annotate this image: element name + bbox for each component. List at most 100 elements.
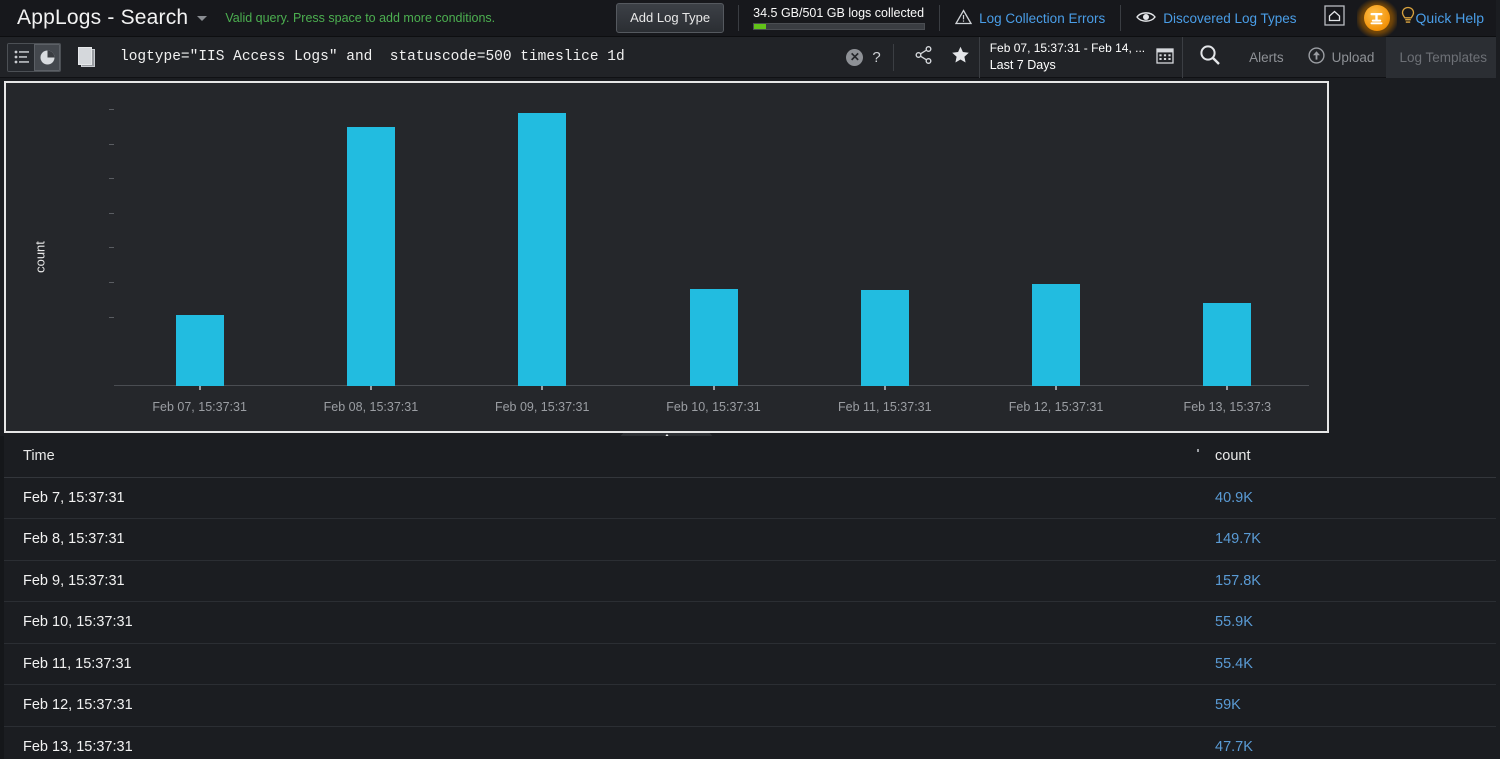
- logs-progress-fill: [754, 24, 766, 29]
- date-range-text: Feb 07, 15:37:31 - Feb 14, ... Last 7 Da…: [990, 40, 1145, 73]
- home-button[interactable]: [1312, 5, 1354, 31]
- log-templates-button[interactable]: Log Templates: [1386, 37, 1500, 78]
- discovered-log-types-label: Discovered Log Types: [1163, 11, 1296, 26]
- calendar-icon[interactable]: [1156, 46, 1174, 69]
- histogram-chart-panel: count 40,00060,00080,000100,000120,00014…: [4, 81, 1329, 433]
- aggregates-chart-view-button[interactable]: [34, 44, 60, 71]
- query-input[interactable]: logtype="IIS Access Logs" and statuscode…: [120, 49, 625, 65]
- upload-button[interactable]: Upload: [1296, 47, 1387, 67]
- chart-bar[interactable]: [347, 127, 395, 386]
- sumo-logo-icon: [1364, 5, 1390, 31]
- cell-count[interactable]: 40.9K: [1196, 490, 1500, 506]
- table-row[interactable]: Feb 8, 15:37:31149.7K: [4, 519, 1500, 561]
- y-axis-label: count: [32, 241, 47, 273]
- quick-help-link[interactable]: Quick Help: [1416, 10, 1500, 26]
- y-axis-tick-mark: [109, 247, 114, 248]
- chart-bar[interactable]: [861, 290, 909, 386]
- log-collection-errors-link[interactable]: Log Collection Errors: [940, 9, 1120, 28]
- share-icon[interactable]: [915, 46, 933, 69]
- cell-time: Feb 7, 15:37:31: [4, 490, 1196, 506]
- date-range-preset: Last 7 Days: [990, 57, 1145, 74]
- x-axis-tick-label: Feb 11, 15:37:31: [838, 400, 932, 414]
- title-dropdown-caret-icon[interactable]: [197, 16, 207, 21]
- table-row[interactable]: Feb 13, 15:37:3147.7K: [4, 727, 1500, 759]
- column-resize-handle[interactable]: [1197, 449, 1199, 452]
- upload-label: Upload: [1332, 50, 1375, 65]
- x-axis-tick-label: Feb 12, 15:37:31: [1009, 400, 1104, 414]
- cell-time: Feb 9, 15:37:31: [4, 573, 1196, 589]
- right-edge-rail: [1496, 0, 1500, 759]
- column-header-count[interactable]: count: [1196, 448, 1500, 464]
- date-range-absolute: Feb 07, 15:37:31 - Feb 14, ...: [990, 40, 1145, 56]
- results-table: Time count Feb 7, 15:37:3140.9KFeb 8, 15…: [4, 436, 1500, 759]
- table-row[interactable]: Feb 9, 15:37:31157.8K: [4, 561, 1500, 603]
- cell-time: Feb 13, 15:37:31: [4, 739, 1196, 755]
- cell-time: Feb 8, 15:37:31: [4, 531, 1196, 547]
- cell-time: Feb 10, 15:37:31: [4, 614, 1196, 630]
- y-axis-tick-mark: [109, 282, 114, 283]
- date-range-picker[interactable]: Feb 07, 15:37:31 - Feb 14, ... Last 7 Da…: [979, 37, 1183, 78]
- table-body: Feb 7, 15:37:3140.9KFeb 8, 15:37:31149.7…: [4, 478, 1500, 759]
- user-badge[interactable]: [1354, 0, 1400, 37]
- search-button[interactable]: [1183, 44, 1237, 71]
- x-axis-tick-mark: [541, 386, 543, 390]
- clear-query-button[interactable]: ✕: [846, 49, 863, 66]
- copy-document-icon[interactable]: [74, 44, 98, 71]
- x-axis-tick-mark: [1055, 386, 1057, 390]
- log-collection-errors-label: Log Collection Errors: [979, 11, 1105, 26]
- cell-count[interactable]: 47.7K: [1196, 739, 1500, 755]
- x-axis-tick-label: Feb 09, 15:37:31: [495, 400, 590, 414]
- table-header-row: Time count: [4, 436, 1500, 478]
- chart-bar[interactable]: [1203, 303, 1251, 386]
- query-toolbar: logtype="IIS Access Logs" and statuscode…: [0, 37, 1500, 78]
- cell-time: Feb 12, 15:37:31: [4, 697, 1196, 713]
- discovered-log-types-link[interactable]: Discovered Log Types: [1121, 10, 1311, 27]
- y-axis-tick-mark: [109, 317, 114, 318]
- chart-bar[interactable]: [690, 289, 738, 386]
- x-axis-tick-mark: [884, 386, 886, 390]
- table-row[interactable]: Feb 11, 15:37:3155.4K: [4, 644, 1500, 686]
- y-axis-tick-mark: [109, 178, 114, 179]
- x-axis-tick-label: Feb 08, 15:37:31: [324, 400, 419, 414]
- logs-collected-gauge: 34.5 GB/501 GB logs collected: [739, 6, 939, 30]
- view-mode-toggle-group: [7, 43, 61, 72]
- table-row[interactable]: Feb 12, 15:37:3159K: [4, 685, 1500, 727]
- query-toolbar-actions: ✕ ? Feb 07, 15:37:31 - Feb 14, ... Last …: [846, 37, 1500, 78]
- favorite-star-icon[interactable]: [951, 46, 970, 69]
- alerts-button[interactable]: Alerts: [1237, 50, 1296, 65]
- chart-plot-area[interactable]: 40,00060,00080,000100,000120,000140,0001…: [114, 95, 1309, 386]
- chart-bar[interactable]: [1032, 284, 1080, 386]
- logs-progress-bar: [753, 23, 925, 30]
- search-icon: [1199, 44, 1221, 71]
- x-axis-tick-mark: [199, 386, 201, 390]
- column-header-time[interactable]: Time: [4, 448, 1196, 464]
- top-header-bar: AppLogs - Search Valid query. Press spac…: [0, 0, 1500, 37]
- cell-count[interactable]: 55.4K: [1196, 656, 1500, 672]
- lightbulb-icon[interactable]: [1400, 6, 1416, 31]
- y-axis-tick-mark: [109, 109, 114, 110]
- x-axis-tick-label: Feb 13, 15:37:3: [1184, 400, 1272, 414]
- x-axis-tick-label: Feb 07, 15:37:31: [152, 400, 247, 414]
- table-row[interactable]: Feb 10, 15:37:3155.9K: [4, 602, 1500, 644]
- home-icon: [1324, 5, 1345, 31]
- query-status-message: Valid query. Press space to add more con…: [225, 11, 495, 25]
- add-log-type-button[interactable]: Add Log Type: [616, 3, 724, 33]
- table-row[interactable]: Feb 7, 15:37:3140.9K: [4, 478, 1500, 520]
- x-axis-tick-mark: [1226, 386, 1228, 390]
- cell-count[interactable]: 59K: [1196, 697, 1500, 713]
- x-axis-tick-mark: [370, 386, 372, 390]
- warning-triangle-icon: [955, 9, 972, 28]
- query-help-button[interactable]: ?: [872, 49, 880, 66]
- divider: [893, 44, 894, 71]
- y-axis-tick-mark: [109, 213, 114, 214]
- chart-bar[interactable]: [518, 113, 566, 386]
- upload-icon: [1308, 47, 1325, 67]
- cell-count[interactable]: 55.9K: [1196, 614, 1500, 630]
- cell-count[interactable]: 149.7K: [1196, 531, 1500, 547]
- y-axis-tick-mark: [109, 144, 114, 145]
- cell-count[interactable]: 157.8K: [1196, 573, 1500, 589]
- chart-bar[interactable]: [176, 315, 224, 386]
- x-axis-tick-label: Feb 10, 15:37:31: [666, 400, 761, 414]
- x-axis-tick-mark: [713, 386, 715, 390]
- messages-list-view-button[interactable]: [8, 44, 34, 71]
